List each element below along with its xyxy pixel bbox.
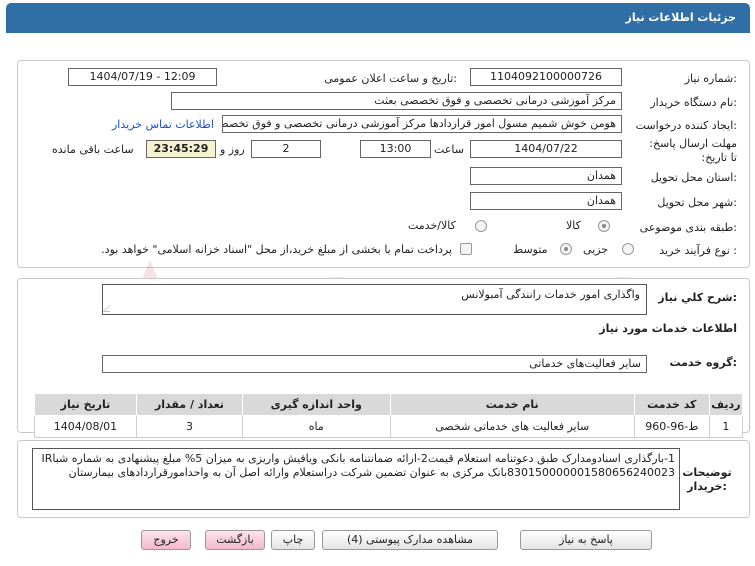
process-radio-medium[interactable] — [560, 243, 572, 255]
cell-row-number: 1 — [708, 415, 744, 438]
deadline-days-label: روز و — [220, 143, 245, 156]
need-number-field[interactable]: 1104092100000726 — [470, 68, 622, 86]
cell-need-date: 1404/08/01 — [34, 415, 137, 438]
buyer-notes-text: 1-بارگذاری اسنادومدارک طبق دعوتنامه استع… — [41, 452, 675, 479]
back-button[interactable]: بازگشت — [205, 530, 265, 550]
deadline-days-field[interactable]: 2 — [251, 140, 321, 158]
buyer-notes-textarea[interactable]: 1-بارگذاری اسنادومدارک طبق دعوتنامه استع… — [32, 448, 680, 510]
view-attachments-button[interactable]: مشاهده مدارک پیوستی (4) — [322, 530, 498, 550]
province-field[interactable]: همدان — [470, 167, 622, 185]
province-label: استان محل تحویل: — [650, 171, 737, 184]
summary-textarea[interactable]: واگذاری امور خدمات رانندگی آمبولانس — [102, 284, 647, 315]
category-radio-goods-service[interactable] — [475, 220, 487, 232]
service-group-field[interactable]: سایر فعالیت‌های خدماتی — [102, 355, 647, 373]
city-label: شهر محل تحویل: — [657, 196, 737, 209]
deadline-label: مهلت ارسال پاسخ: تا تاریخ: — [649, 137, 737, 164]
summary-label: شرح کلي نياز: — [658, 291, 737, 304]
buyer-notes-label: توضیحات خریدار: — [682, 466, 732, 493]
col-row-number: ردیف — [708, 393, 744, 416]
cell-unit: ماه — [241, 415, 391, 438]
cell-quantity: 3 — [135, 415, 243, 438]
announce-datetime-label: تاریخ و ساعت اعلان عمومی: — [324, 72, 457, 85]
services-table: ردیف کد خدمت نام خدمت واحد اندازه گیری ت… — [34, 393, 744, 438]
reply-button[interactable]: پاسخ به نیاز — [520, 530, 652, 550]
deadline-time-field[interactable]: 13:00 — [360, 140, 431, 158]
category-radio-goods[interactable] — [598, 220, 610, 232]
print-button[interactable]: چاپ — [271, 530, 315, 550]
resize-grip-icon[interactable] — [102, 305, 117, 312]
service-group-label: گروه خدمت: — [669, 356, 737, 369]
services-table-header-row: ردیف کد خدمت نام خدمت واحد اندازه گیری ت… — [34, 393, 744, 416]
city-field[interactable]: همدان — [470, 192, 622, 210]
process-label: نوع فرآیند خرید : — [659, 244, 737, 257]
announce-datetime-field[interactable]: 1404/07/19 - 12:09 — [68, 68, 217, 86]
table-row[interactable]: 1 ط-96-960 سایر فعالیت های خدماتی شخصی م… — [34, 415, 744, 438]
exit-button[interactable]: خروج — [141, 530, 191, 550]
col-unit: واحد اندازه گیری — [241, 393, 391, 416]
page-title: جزئیات اطلاعات نیاز — [625, 11, 737, 24]
deadline-time-label: ساعت — [434, 143, 464, 156]
requester-label: ایجاد کننده درخواست: — [635, 119, 737, 132]
deadline-date-field[interactable]: 1404/07/22 — [470, 140, 622, 158]
need-number-label: شماره نیاز: — [684, 72, 737, 85]
requester-field[interactable]: هومن خوش شمیم مسول امور قراردادها مرکز آ… — [222, 115, 622, 133]
col-need-date: تاریخ نیاز — [34, 393, 137, 416]
category-option-goods-service: کالا/خدمت — [408, 219, 456, 232]
remaining-time-label: ساعت باقی مانده — [52, 143, 134, 156]
col-quantity: تعداد / مقدار — [135, 393, 243, 416]
col-service-code: کد خدمت — [633, 393, 710, 416]
process-radio-minor[interactable] — [622, 243, 634, 255]
cell-service-code: ط-96-960 — [633, 415, 710, 438]
contact-buyer-link[interactable]: اطلاعات تماس خریدار — [112, 118, 214, 131]
treasury-payment-note: پرداخت تمام یا بخشی از مبلغ خرید،از محل … — [101, 243, 452, 256]
category-option-goods: کالا — [566, 219, 581, 232]
summary-text: واگذاری امور خدمات رانندگی آمبولانس — [461, 288, 640, 301]
treasury-payment-checkbox[interactable] — [460, 243, 472, 255]
category-label: طبقه بندی موضوعی: — [639, 221, 737, 234]
cell-service-name: سایر فعالیت های خدماتی شخصی — [389, 415, 635, 438]
services-section-title: اطلاعات خدمات مورد نیاز — [599, 322, 737, 335]
page-header: جزئیات اطلاعات نیاز — [6, 3, 750, 33]
remaining-time-field: 23:45:29 — [146, 140, 216, 158]
process-option-minor: جزیی — [583, 243, 609, 256]
process-option-medium: متوسط — [513, 243, 548, 256]
col-service-name: نام خدمت — [389, 393, 635, 416]
buyer-org-label: نام دستگاه خریدار: — [650, 96, 737, 109]
buyer-org-field[interactable]: مرکز آموزشی درمانی تخصصی و فوق تخصصی بعث… — [171, 92, 622, 110]
